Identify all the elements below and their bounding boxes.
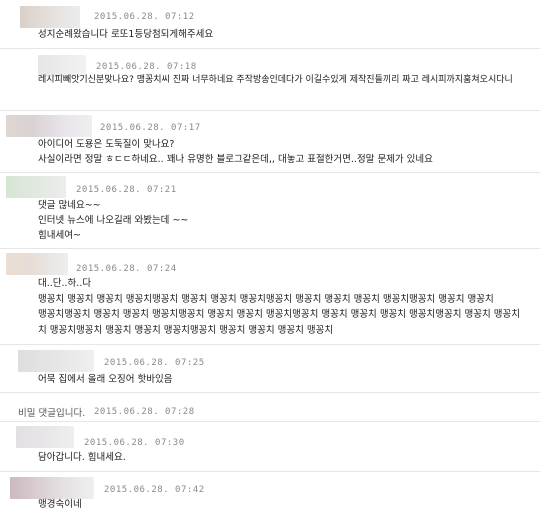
comment-text: 아이디어 도용은 도둑질이 맞나요? 사실이라면 정말 ㅎㄷㄷ하네요.. 꽤나 …: [38, 139, 433, 165]
comment-date: 2015.06.28. 07:12: [94, 12, 195, 22]
comment-text: 댓글 많네요~~ 인터넷 뉴스에 나오길래 와봤는데 ~~ 힘내세여~: [38, 200, 189, 241]
divider: [0, 392, 540, 393]
avatar: [18, 350, 94, 372]
comment-date: 2015.06.28. 07:17: [100, 123, 201, 133]
divider: [0, 110, 540, 111]
comment-date: 2015.06.28. 07:42: [104, 485, 205, 495]
comment-date: 2015.06.28. 07:18: [96, 62, 197, 72]
comment-text: 맹경숙이네: [38, 499, 82, 510]
avatar: [10, 477, 94, 499]
avatar: [6, 115, 92, 137]
comment-date: 2015.06.28. 07:24: [76, 264, 177, 274]
comment-date: 2015.06.28. 07:28: [94, 407, 195, 417]
comment-date: 2015.06.28. 07:25: [104, 358, 205, 368]
comment-text: 대..단..하..다 맹꽁치 맹꽁치 맹꽁치 맹꽁치맹꽁치 맹꽁치 맹꽁치 맹꽁…: [38, 278, 520, 336]
divider: [0, 248, 540, 249]
comment-text: 레시피빼앗기신분맞나요? 맹꽁치씨 진짜 너무하네요 주작방송인데다가 이길수있…: [38, 75, 513, 85]
divider: [0, 471, 540, 472]
comment-list: 2015.06.28. 07:12 성지순례왔습니다 로또1등당첨되게해주세요 …: [0, 0, 540, 512]
divider: [0, 172, 540, 173]
avatar: [6, 176, 66, 198]
comment-text: 어묵 집에서 올래 오징어 핫바있음: [38, 374, 173, 385]
comment-date: 2015.06.28. 07:30: [84, 438, 185, 448]
comment-text: 성지순례왔습니다 로또1등당첨되게해주세요: [38, 29, 214, 40]
avatar: [20, 6, 80, 28]
avatar: [16, 426, 74, 448]
comment-date: 2015.06.28. 07:21: [76, 185, 177, 195]
divider: [0, 48, 540, 49]
avatar: [6, 253, 68, 275]
secret-comment-label: 비밀 댓글입니다.: [18, 408, 86, 419]
comment-text: 담아갑니다. 힘내세요.: [38, 452, 126, 463]
divider: [0, 344, 540, 345]
divider: [0, 421, 540, 422]
